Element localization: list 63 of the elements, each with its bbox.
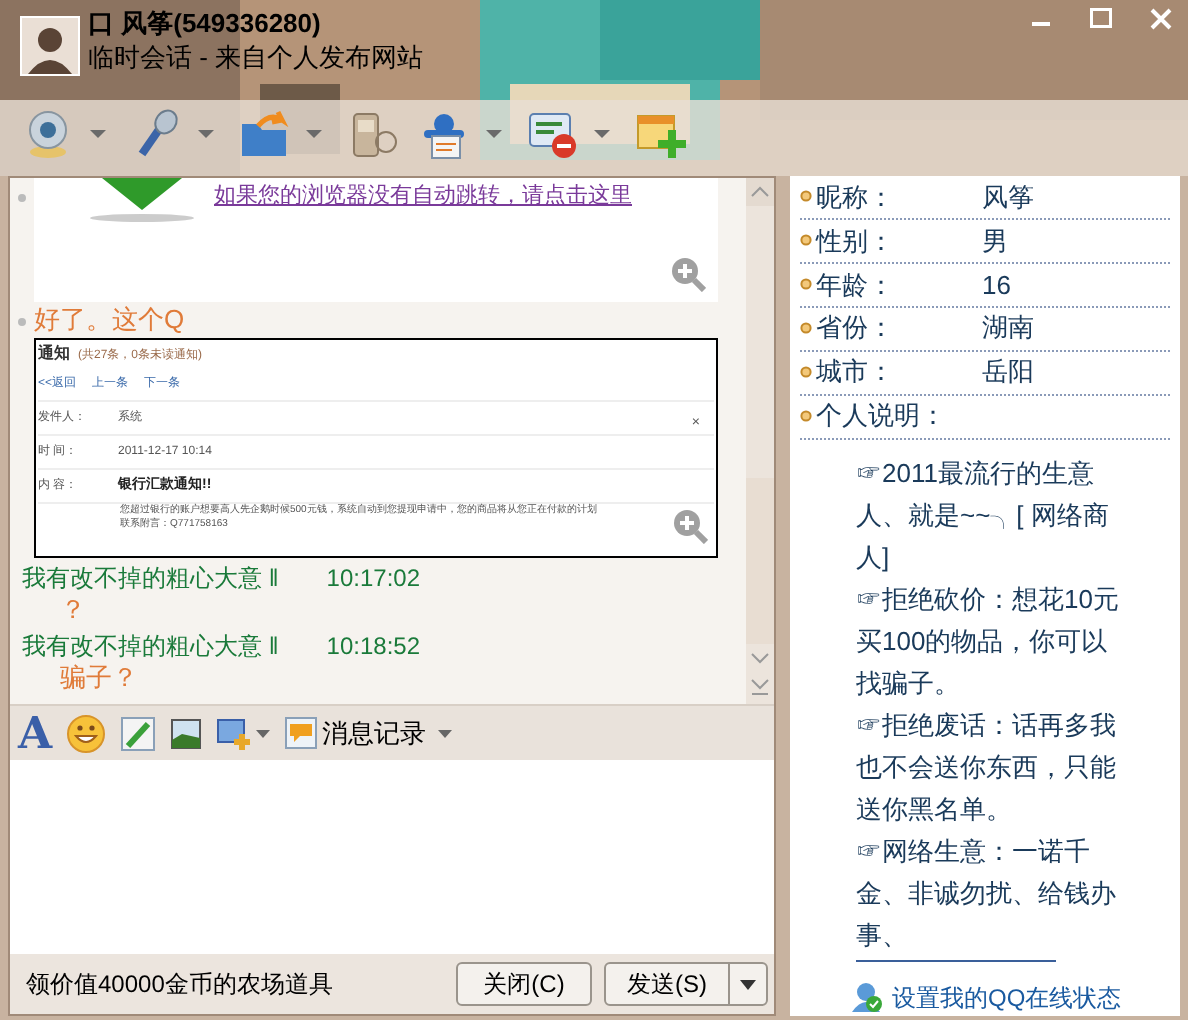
caret-icon (86, 128, 110, 140)
send-button[interactable]: 发送(S) (606, 964, 730, 1004)
message-time: 10:17:02 (326, 562, 421, 594)
notice-title: 通知 (38, 346, 70, 362)
message-time: 10:18:52 (326, 630, 421, 662)
field-label: 性别： (816, 223, 896, 260)
window-subtitle: 临时会话 - 来自个人发布网站 (88, 40, 424, 74)
scroll-up-icon (746, 178, 774, 206)
scrollbar[interactable] (746, 178, 774, 704)
message-block-icon (526, 108, 578, 160)
message-text: ？ (58, 594, 88, 626)
caret-icon (256, 729, 271, 737)
profile-bio: ☞2011最流行的生意人、就是~~╮[ 网络商人] ☞拒绝砍价：想花10元买100的物品，你可以找骗子。 ☞拒绝废话：话再多我也不会送你东西，只能送你黑名单。 ☞网络生意：一诺千金、非诚勿扰、给钱办事、 (854, 455, 1121, 954)
zoom-in-icon (672, 508, 708, 544)
close-button[interactable]: 关闭(C) (456, 962, 592, 1006)
presenter-icon (418, 108, 470, 160)
minimize-icon (1031, 22, 1049, 26)
sender-name: 我有改不掉的粗心大意 ‖ (22, 630, 279, 662)
window-title: 口 风筝(549336280) (88, 6, 321, 40)
send-split-button[interactable]: 发送(S) (604, 962, 768, 1006)
caret-icon (302, 128, 326, 140)
smiley-icon[interactable] (66, 713, 107, 753)
bullet-icon (800, 190, 812, 203)
caret-icon (590, 128, 614, 140)
caret-icon (194, 128, 218, 140)
message-text: 好了。这个Q (34, 302, 185, 338)
field-label: 年龄： (816, 267, 896, 304)
field-value: 湖南 (982, 310, 1034, 347)
landscape-icon[interactable] (170, 717, 203, 749)
folder-icon (238, 108, 290, 160)
message-text: 骗子？ (58, 662, 140, 694)
zoom-in-icon (670, 256, 706, 292)
field-value: 岳阳 (982, 354, 1034, 391)
screen-capture-icon (216, 715, 253, 751)
status-link[interactable]: 设置我的QQ在线状态 (892, 979, 1122, 1016)
redirect-link[interactable]: 如果您的浏览器没有自动跳转，请点击这里 (214, 180, 632, 213)
bullet-icon (800, 366, 812, 379)
font-button[interactable]: A (18, 709, 53, 757)
screen-capture-button[interactable] (216, 715, 271, 751)
caret-icon (438, 729, 453, 737)
bullet-icon (800, 410, 812, 423)
caret-icon (482, 128, 506, 140)
field-value: 风筝 (982, 179, 1034, 216)
bullet-icon (800, 322, 812, 335)
field-value: 16 (982, 267, 1011, 304)
close-icon (1149, 7, 1171, 29)
bullet-icon (800, 278, 812, 291)
bullet-icon (18, 318, 26, 326)
chat-bubble-icon (284, 716, 319, 750)
bullet-icon (800, 234, 812, 247)
ad-text: 领价值40000金币的农场道具 (26, 968, 335, 1002)
maximize-icon (1089, 8, 1111, 28)
pencil-icon[interactable] (120, 715, 157, 751)
field-label: 个人说明： (816, 398, 948, 435)
field-value: 男 (982, 223, 1008, 260)
field-label: 昵称： (816, 179, 896, 216)
message-history-button[interactable]: 消息记录 (284, 713, 453, 753)
bullet-icon (18, 194, 26, 202)
field-label: 城市： (816, 354, 896, 391)
caret-icon (740, 979, 756, 989)
avatar (20, 16, 80, 76)
sender-name: 我有改不掉的粗心大意 ‖ (22, 562, 279, 594)
field-label: 省份： (816, 310, 896, 347)
